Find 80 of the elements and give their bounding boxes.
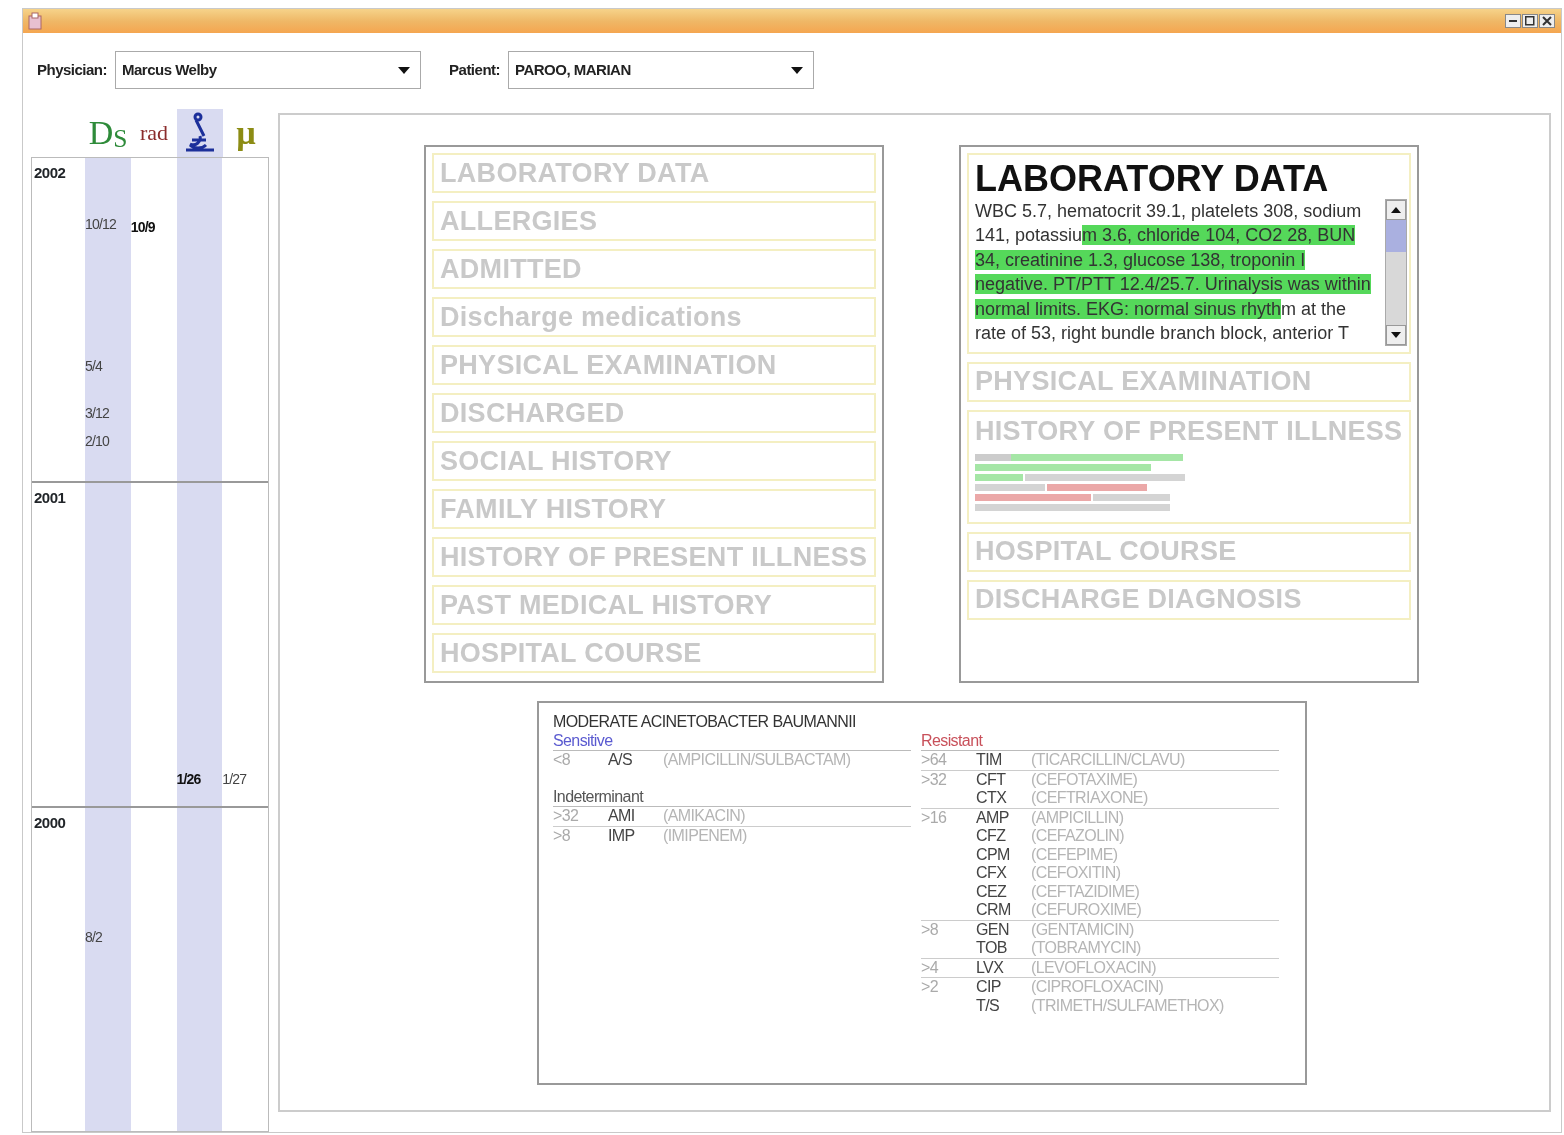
- drug-code: AMP: [976, 808, 1010, 827]
- category-tab[interactable]: µ: [223, 109, 269, 157]
- drug-code: CPM: [976, 845, 1011, 864]
- microscope-icon[interactable]: [177, 109, 223, 157]
- organism-name: MODERATE ACINETOBACTER BAUMANNII: [553, 713, 857, 732]
- drug-code: TOB: [976, 939, 1008, 958]
- mic-value: >8: [553, 826, 572, 845]
- drug-name: (AMIKACIN): [663, 807, 746, 826]
- group-label: Sensitive: [553, 731, 911, 751]
- drug-code: GEN: [976, 920, 1010, 939]
- drug-code: CFZ: [976, 827, 1007, 846]
- physician-dropdown[interactable]: Marcus Welby: [115, 51, 422, 89]
- event-date[interactable]: 5/4: [85, 355, 103, 377]
- physician-label: Physician:: [37, 59, 108, 80]
- drug-code: CRM: [976, 901, 1012, 920]
- drug-code: CTX: [976, 789, 1008, 808]
- drug-code: IMP: [608, 826, 636, 845]
- drug-code: AMI: [608, 807, 636, 826]
- event-date[interactable]: 10/9: [130, 216, 155, 238]
- drug-name: (CEFUROXIME): [1031, 901, 1143, 920]
- drug-name: (CEFAZOLIN): [1031, 827, 1125, 846]
- patient-dropdown[interactable]: PAROO, MARIAN: [508, 51, 815, 89]
- scrollbar[interactable]: [1385, 198, 1407, 346]
- drug-code: A/S: [608, 751, 633, 770]
- event-date[interactable]: 8/2: [85, 926, 103, 948]
- mic-value: <8: [553, 751, 572, 770]
- drug-code: CFT: [976, 770, 1007, 789]
- mic-value: >32: [553, 807, 580, 826]
- caret-icon: [398, 66, 411, 74]
- section-title[interactable]: LABORATORY DATA: [975, 159, 1407, 199]
- category-tab[interactable]: D$_{S}$: [85, 109, 131, 157]
- drug-name: (LEVOFLOXACIN): [1031, 958, 1157, 977]
- mic-value: >16: [921, 808, 948, 827]
- mic-value: >2: [921, 978, 940, 997]
- year-label: 2002: [34, 163, 66, 183]
- event-date[interactable]: 10/12: [85, 214, 117, 236]
- minimize-button[interactable]: [1505, 14, 1521, 28]
- up-arrow-icon[interactable]: [1391, 206, 1401, 213]
- drug-code: CEZ: [976, 882, 1008, 901]
- minimize-icon: [1509, 20, 1517, 22]
- down-arrow-icon[interactable]: [1391, 331, 1401, 338]
- drug-name: (CIPROFLOXACIN): [1031, 978, 1165, 997]
- drug-code: CFX: [976, 864, 1008, 883]
- drug-name: (CEFOTAXIME): [1031, 770, 1139, 789]
- group-label: Indeterminant: [553, 787, 911, 807]
- close-icon: [1542, 16, 1552, 26]
- drug-name: (CEFTRIAXONE): [1031, 789, 1149, 808]
- drug-name: (CEFEPIME): [1031, 845, 1119, 864]
- event-date[interactable]: 1/27: [222, 768, 247, 790]
- caret-icon: [791, 66, 804, 74]
- year-label: 2001: [34, 488, 66, 508]
- mic-value: >64: [921, 751, 948, 770]
- mic-value: >32: [921, 770, 948, 789]
- drug-name: (CEFOXITIN): [1031, 864, 1122, 883]
- event-date[interactable]: 1/26: [176, 769, 201, 791]
- mic-value: >4: [921, 958, 940, 977]
- drug-name: (TRIMETH/SULFAMETHOX): [1031, 996, 1225, 1015]
- drug-code: TIM: [976, 751, 1003, 770]
- app-icon: [27, 12, 43, 30]
- drug-name: (TOBRAMYCIN): [1031, 939, 1142, 958]
- drug-name: (IMIPENEM): [663, 826, 748, 845]
- category-tab[interactable]: rad: [131, 109, 177, 157]
- maximize-button[interactable]: [1522, 14, 1538, 28]
- mic-value: >8: [921, 920, 940, 939]
- year-label: 2000: [34, 813, 66, 833]
- scroll-thumb[interactable]: [1386, 219, 1406, 252]
- drug-code: T/S: [976, 996, 1001, 1015]
- drug-code: CIP: [976, 978, 1002, 997]
- patient-label: Patient:: [449, 59, 501, 80]
- drug-name: (AMPICILLIN): [1031, 808, 1125, 827]
- drug-name: (TICARCILLIN/CLAVU): [1031, 751, 1186, 770]
- event-date[interactable]: 2/10: [85, 431, 110, 453]
- close-button[interactable]: [1539, 14, 1555, 28]
- maximize-icon: [1525, 16, 1535, 26]
- group-label: Resistant: [921, 731, 1279, 751]
- drug-code: LVX: [976, 958, 1005, 977]
- drug-name: (CEFTAZIDIME): [1031, 882, 1141, 901]
- drug-name: (GENTAMICIN): [1031, 920, 1135, 939]
- drug-name: (AMPICILLIN/SULBACTAM): [663, 751, 852, 770]
- event-date[interactable]: 3/12: [85, 402, 110, 424]
